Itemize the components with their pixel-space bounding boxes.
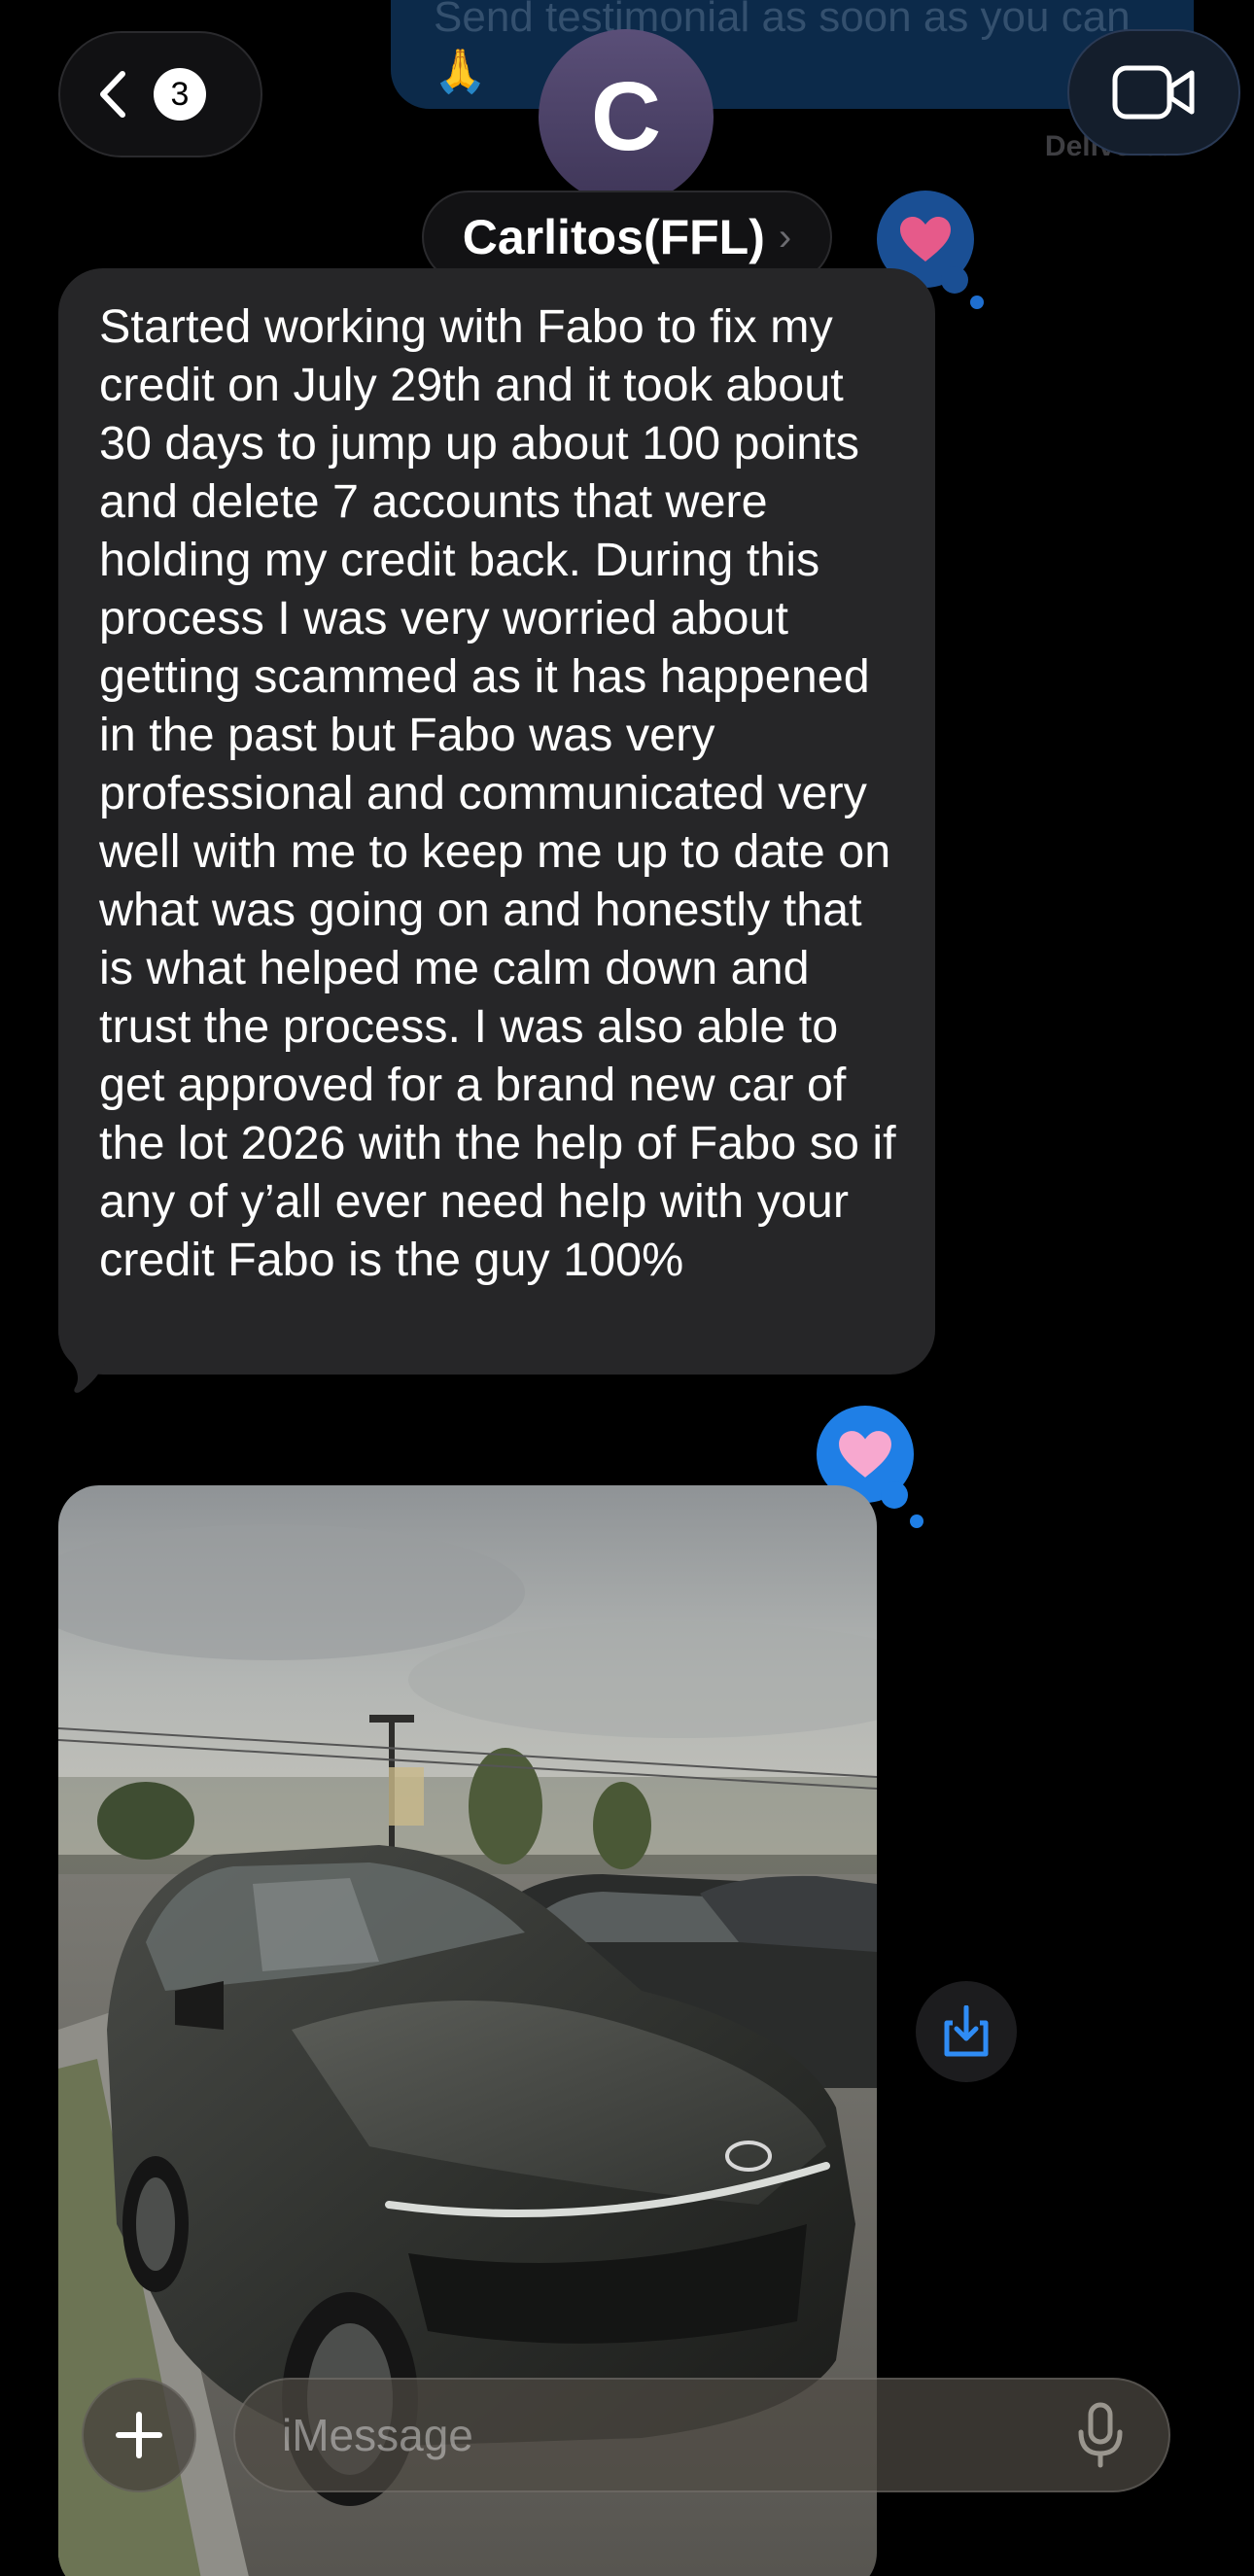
contact-name: Carlitos(FFL): [462, 210, 765, 264]
heart-icon: [839, 1431, 891, 1478]
reaction-tail-dot: [941, 266, 968, 294]
save-photo-button[interactable]: [916, 1981, 1017, 2082]
message-text: Started working with Fabo to fix my cred…: [99, 300, 896, 1286]
contact-avatar[interactable]: C: [539, 29, 714, 204]
bubble-tail: [58, 1330, 107, 1393]
unread-count-badge: 3: [154, 68, 206, 121]
heart-icon: [900, 217, 951, 261]
reaction-tail-dot: [970, 296, 984, 309]
facetime-video-button[interactable]: [1067, 29, 1240, 156]
save-download-icon: [944, 2005, 989, 2057]
reaction-tail-dot: [910, 1514, 923, 1528]
back-button[interactable]: 3: [58, 31, 262, 157]
incoming-message-bubble[interactable]: Started working with Fabo to fix my cred…: [58, 268, 935, 1375]
contact-chevron-icon: ›: [778, 215, 792, 259]
microphone-icon[interactable]: [1071, 2401, 1130, 2469]
video-camera-icon: [1112, 65, 1195, 120]
plus-icon: [116, 2412, 162, 2458]
chevron-left-icon: [100, 71, 125, 118]
message-input[interactable]: [282, 2409, 1071, 2461]
message-compose-field[interactable]: [233, 2378, 1170, 2492]
reaction-tail-dot: [881, 1481, 908, 1509]
previous-message-text: Send testimonial as soon as you can 🙏: [434, 0, 1131, 95]
apps-plus-button[interactable]: [82, 2378, 196, 2492]
